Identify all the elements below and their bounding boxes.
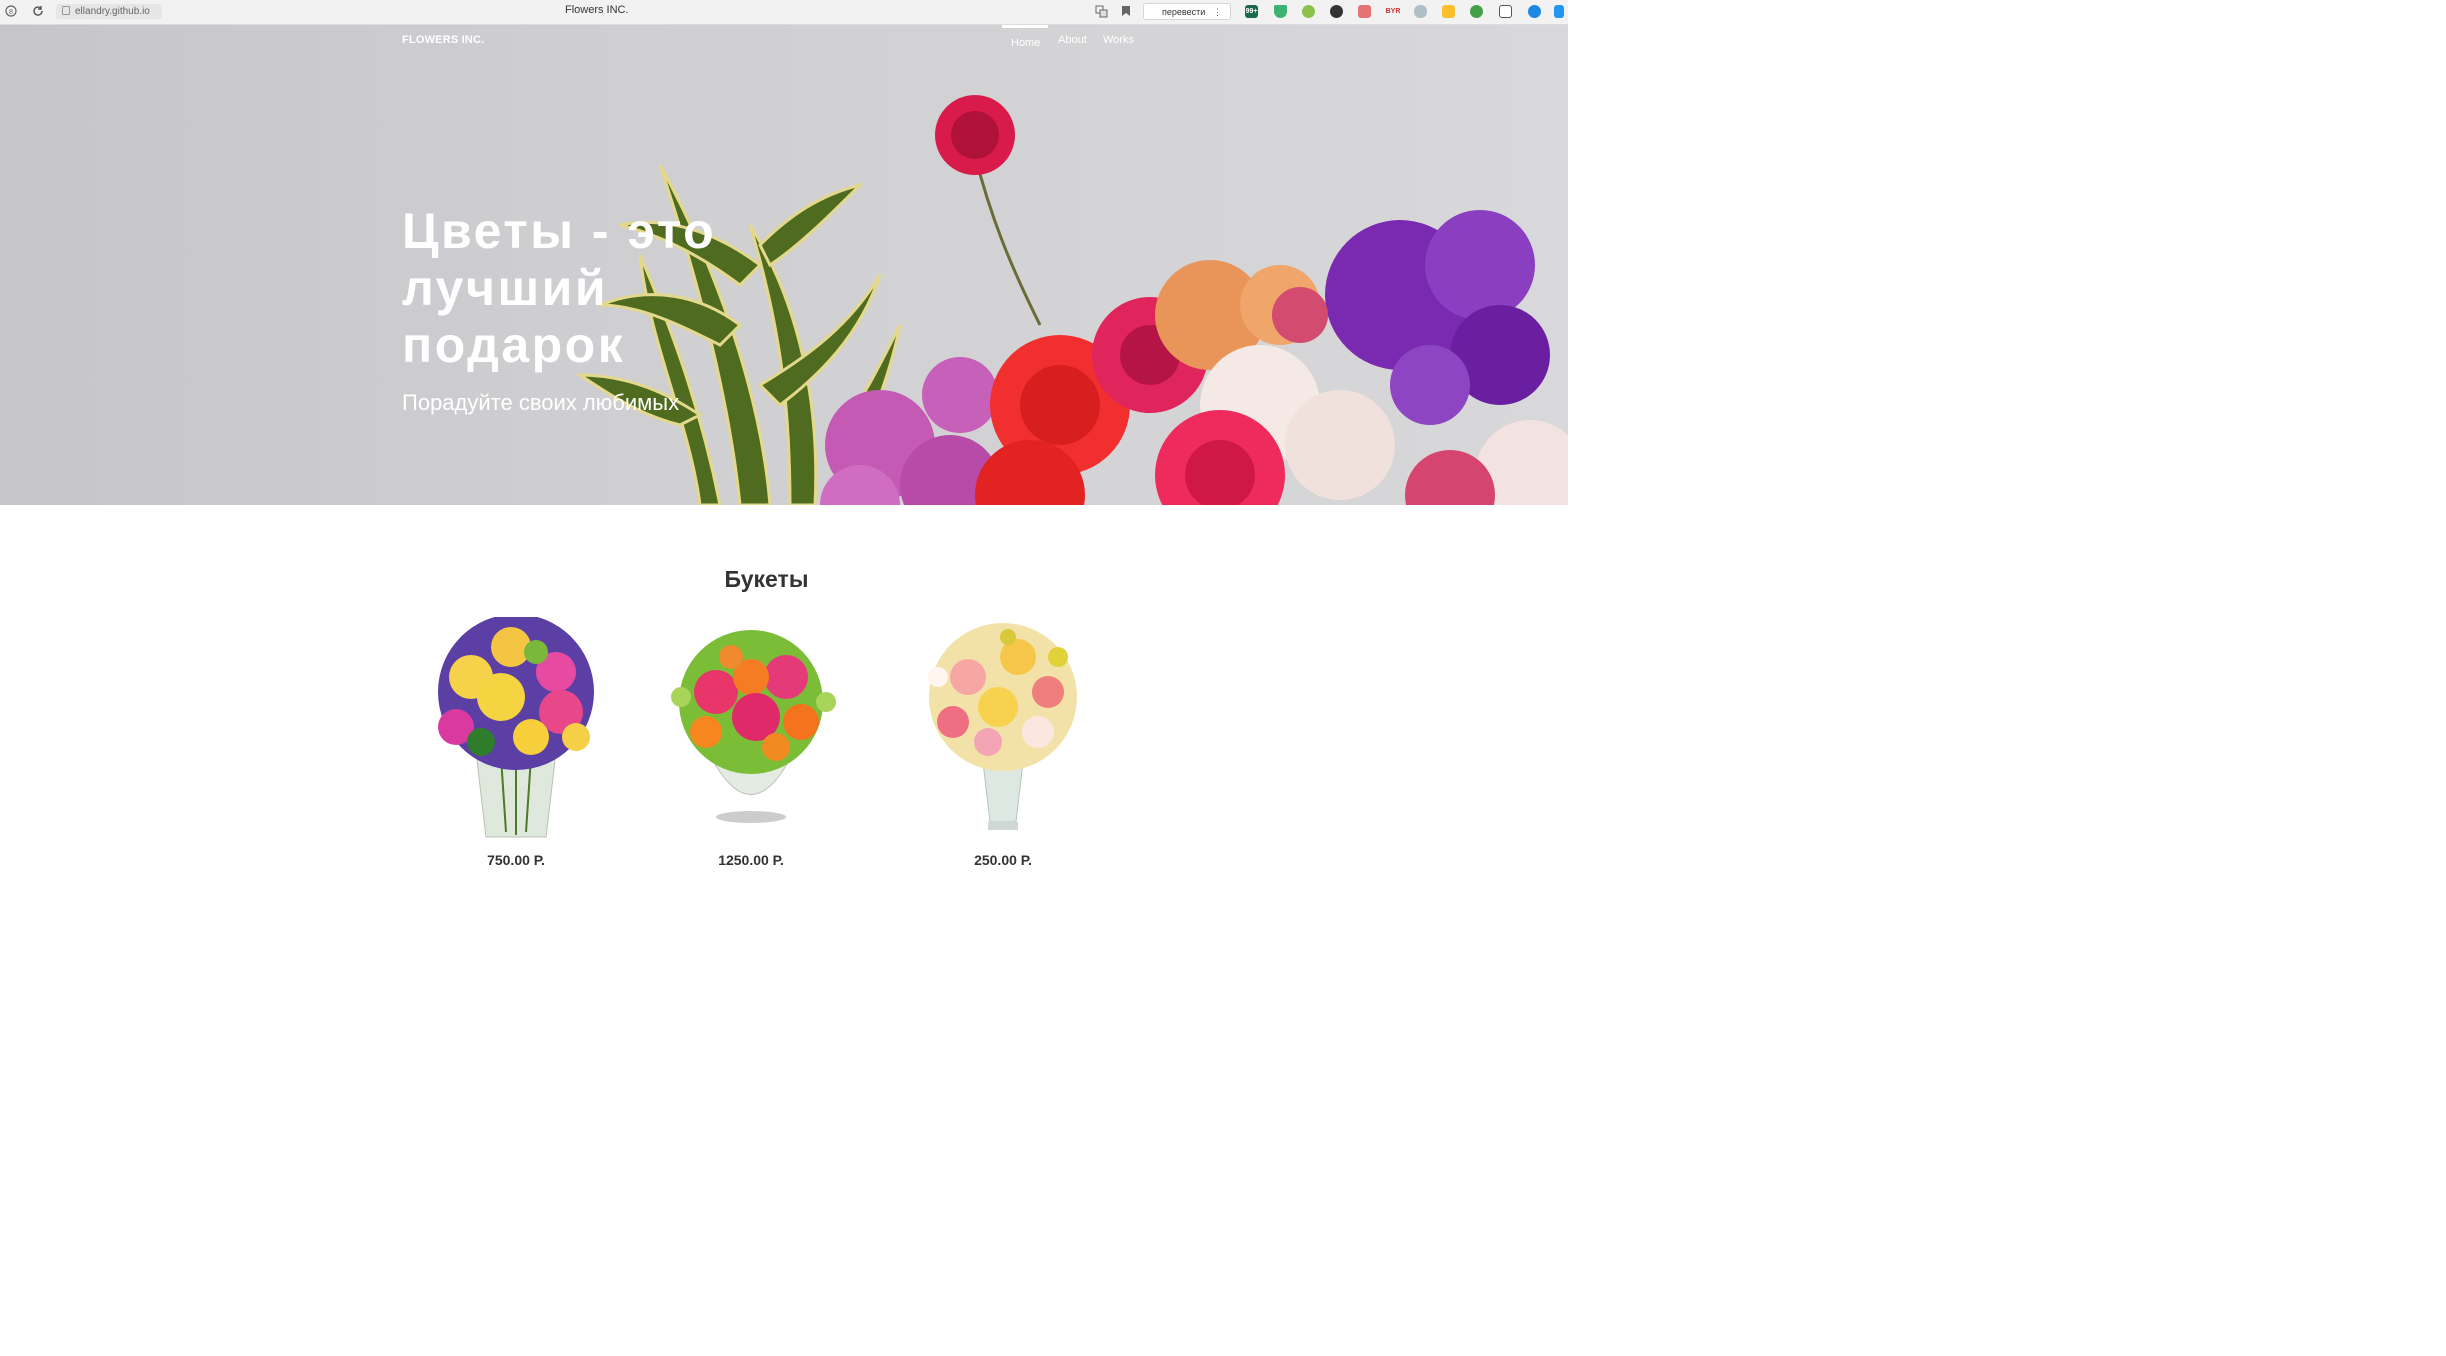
hero-subtitle: Порадуйте своих любимых bbox=[402, 390, 680, 415]
bouquet-price: 250.00 Р. bbox=[974, 852, 1032, 868]
extension-download-icon[interactable] bbox=[1554, 5, 1564, 18]
bouquet-image[interactable] bbox=[646, 617, 856, 845]
hero-title: Цветы - это лучший подарок bbox=[402, 203, 717, 373]
extension-counter-icon[interactable]: 99+ bbox=[1245, 5, 1258, 18]
hero-flowers-image bbox=[575, 95, 1568, 505]
bouquet-price: 1250.00 Р. bbox=[718, 852, 784, 868]
bouquet-card[interactable]: 750.00 Р. bbox=[411, 617, 621, 869]
bouquets-section-title: Букеты bbox=[724, 566, 809, 592]
extension-byr-icon[interactable]: BYR bbox=[1384, 5, 1402, 18]
browser-toolbar: 8 ellandry.github.io Flowers INC. переве… bbox=[0, 0, 1568, 25]
page-tab-title: Flowers INC. bbox=[565, 4, 629, 16]
bouquet-card[interactable]: 250.00 Р. bbox=[898, 617, 1108, 869]
translate-button[interactable]: перевести ⋮ bbox=[1143, 3, 1231, 20]
lock-icon bbox=[62, 6, 70, 15]
site-brand[interactable]: FLOWERS INC. bbox=[402, 34, 484, 46]
bouquet-image[interactable] bbox=[411, 617, 621, 845]
nav-about-link[interactable]: About bbox=[1058, 34, 1087, 46]
extension-mail-icon[interactable] bbox=[1358, 5, 1371, 18]
more-options-icon[interactable]: ⋮ bbox=[1213, 4, 1222, 21]
url-text: ellandry.github.io bbox=[75, 6, 150, 17]
extension-green-icon[interactable] bbox=[1470, 5, 1483, 18]
extension-circle-icon[interactable] bbox=[1302, 5, 1315, 18]
svg-text:8: 8 bbox=[9, 9, 13, 16]
extension-hexagon-icon[interactable] bbox=[1330, 5, 1343, 18]
reload-icon[interactable] bbox=[31, 4, 45, 18]
nav-home-link[interactable]: Home bbox=[1011, 37, 1040, 49]
hero-section: FLOWERS INC. Home About Works Цветы - эт… bbox=[0, 25, 1568, 505]
extension-profile-icon[interactable] bbox=[1528, 5, 1541, 18]
address-bar[interactable]: ellandry.github.io bbox=[56, 4, 162, 19]
translate-page-icon[interactable] bbox=[1094, 4, 1108, 18]
extension-shield-icon[interactable] bbox=[1274, 5, 1287, 18]
extension-percent-icon[interactable] bbox=[1442, 5, 1455, 18]
bouquet-price: 750.00 Р. bbox=[487, 852, 545, 868]
bouquet-image[interactable] bbox=[898, 617, 1108, 845]
bookmark-icon[interactable] bbox=[1119, 4, 1133, 18]
nav-active-indicator bbox=[1002, 25, 1048, 28]
nav-works-link[interactable]: Works bbox=[1103, 34, 1134, 46]
site-info-icon[interactable]: 8 bbox=[4, 4, 18, 18]
extension-cloud-icon[interactable] bbox=[1414, 5, 1427, 18]
bouquet-card[interactable]: 1250.00 Р. bbox=[646, 617, 856, 869]
extension-puzzle-icon[interactable] bbox=[1499, 5, 1512, 18]
translate-label: перевести bbox=[1162, 7, 1206, 17]
